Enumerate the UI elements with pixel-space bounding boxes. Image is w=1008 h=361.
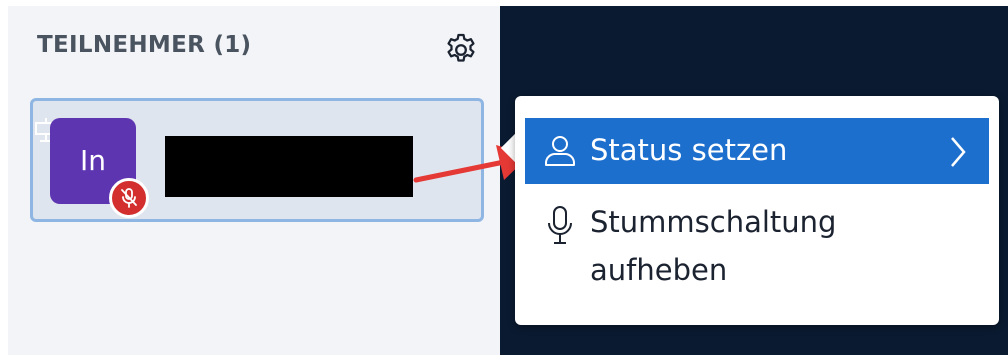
unmute-menu-item[interactable]: Stummschaltung aufheben	[525, 192, 989, 300]
participants-title: TEILNEHMER (1)	[37, 32, 252, 58]
context-menu: Status setzen Stummschaltung aufheben	[515, 96, 999, 325]
gear-icon[interactable]	[443, 32, 479, 68]
mic-off-icon	[121, 188, 137, 208]
unmute-label: Stummschaltung aufheben	[590, 205, 837, 287]
mic-icon	[548, 206, 572, 244]
user-icon	[545, 136, 575, 166]
muted-badge	[109, 178, 149, 218]
set-status-label: Status setzen	[590, 133, 788, 167]
participant-name-redacted	[165, 136, 413, 197]
set-status-menu-item[interactable]: Status setzen	[525, 118, 989, 184]
chevron-right-icon	[951, 137, 966, 167]
